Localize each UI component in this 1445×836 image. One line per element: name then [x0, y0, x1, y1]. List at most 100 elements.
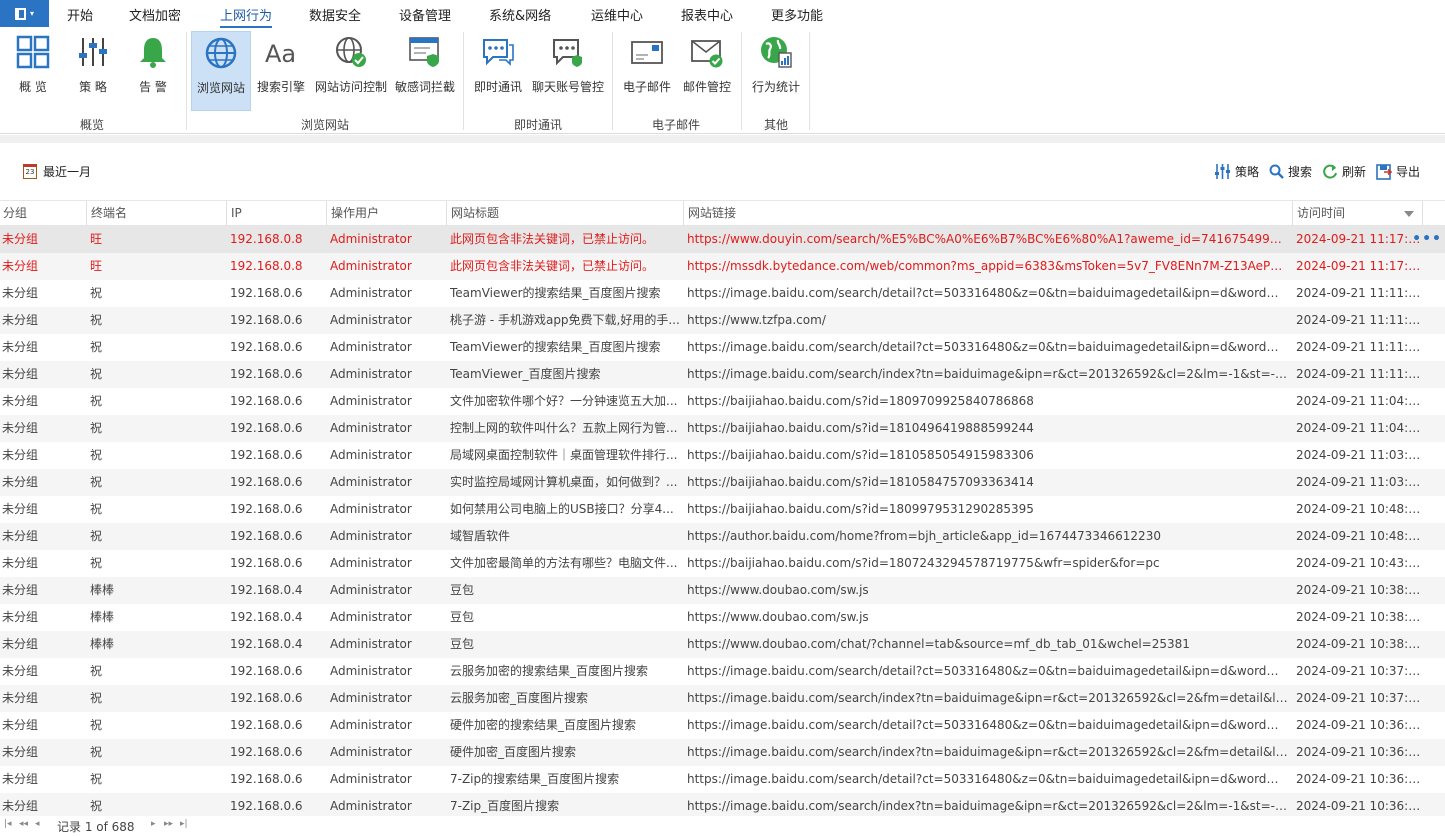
table-row[interactable]: 未分组 棒棒 192.168.0.4 Administrator 豆包 https://w… [0, 631, 1445, 658]
ribbon-overview-label: 概 览 [19, 80, 47, 94]
table-row[interactable]: 未分组 祝 192.168.0.6 Administrator 控制上网的软件叫什么？五… [0, 415, 1445, 442]
menu-data-security[interactable]: 数据安全 [309, 5, 361, 24]
cell-group: 未分组 [2, 637, 39, 651]
ribbon-separator [186, 32, 187, 130]
column-header-group[interactable]: 分组 [0, 201, 86, 226]
refresh-button-label: 刷新 [1342, 165, 1367, 179]
column-header-site-url[interactable]: 网站链接 [683, 201, 1292, 226]
export-button[interactable]: 导出 [1376, 163, 1420, 180]
menu-report-center[interactable]: 报表中心 [681, 5, 733, 24]
menu-ops-center[interactable]: 运维中心 [591, 5, 643, 24]
ribbon-site-access-control-button[interactable]: 网站访问控制 [313, 31, 389, 111]
cell-group: 未分组 [2, 718, 39, 732]
cell-site-url: https://image.baidu.com/search/index?tn=… [687, 691, 1288, 705]
table-row[interactable]: 未分组 祝 192.168.0.6 Administrator TeamViewer_百… [0, 361, 1445, 388]
ribbon-overview-button[interactable]: 概 览 [8, 31, 58, 111]
next-page-icon[interactable]: ▸ [151, 819, 156, 829]
first-page-icon[interactable]: |◂ [4, 819, 12, 829]
ribbon-alert-button[interactable]: 告 警 [128, 31, 178, 111]
cell-terminal: 祝 [90, 286, 103, 300]
ribbon-im-button[interactable]: 即时通讯 [470, 31, 526, 111]
cell-user: Administrator [330, 448, 412, 462]
table-row[interactable]: 未分组 祝 192.168.0.6 Administrator 实时监控局域网计算机桌面… [0, 469, 1445, 496]
cell-visit-time: 2024-09-21 10:37:05 [1296, 691, 1422, 705]
cell-group: 未分组 [2, 772, 39, 786]
policy-button[interactable]: 策略 [1214, 163, 1259, 180]
table-header: 分组 终端名 IP 操作用户 网站标题 网站链接 访问时间 [0, 200, 1445, 226]
mail-icon [631, 41, 663, 64]
cell-user: Administrator [330, 637, 412, 651]
ribbon-search-engine-button[interactable]: Aa 搜索引擎 [255, 31, 307, 111]
web-log-table: 分组 终端名 IP 操作用户 网站标题 网站链接 访问时间 未分组旺 192.16… [0, 200, 1445, 820]
column-header-terminal[interactable]: 终端名 [86, 201, 226, 226]
search-button[interactable]: 搜索 [1269, 163, 1312, 180]
table-row[interactable]: 未分组 祝 192.168.0.6 Administrator 文件加密最简单的方法有哪… [0, 550, 1445, 577]
ribbon-chat-account-control-button[interactable]: 聊天账号管控 [530, 31, 606, 111]
cell-site-url: https://image.baidu.com/search/detail?ct… [687, 718, 1288, 732]
table-row[interactable]: 未分组 旺 192.168.0.8 Administrator 此网页包含非法关键词，已… [0, 253, 1445, 280]
ribbon-browse-sites-button[interactable]: 浏览网站 [191, 31, 251, 111]
cell-ip: 192.168.0.6 [230, 502, 303, 516]
date-range-selector[interactable]: 23 最近一月 [23, 163, 91, 180]
cell-site-url: https://mssdk.bytedance.com/web/common?m… [687, 259, 1288, 273]
ribbon-sensitive-words-button[interactable]: 敏感词拦截 [393, 31, 457, 111]
cell-group: 未分组 [2, 448, 39, 462]
cell-site-url: https://image.baidu.com/search/detail?ct… [687, 772, 1288, 786]
calendar-icon: 23 [23, 164, 37, 179]
cell-site-url: https://www.doubao.com/sw.js [687, 610, 869, 624]
menu-device-management[interactable]: 设备管理 [399, 5, 451, 24]
menu-web-behavior[interactable]: 上网行为 [220, 5, 273, 28]
menu-system-network[interactable]: 系统&网络 [489, 5, 551, 24]
cell-ip: 192.168.0.4 [230, 583, 303, 597]
app-menu-button[interactable]: ▾ [0, 0, 49, 27]
column-header-site-title[interactable]: 网站标题 [446, 201, 683, 226]
ribbon-email-button[interactable]: 电子邮件 [619, 31, 675, 111]
menu-start[interactable]: 开始 [67, 5, 93, 24]
refresh-button[interactable]: 刷新 [1322, 163, 1366, 180]
table-row[interactable]: 未分组 棒棒 192.168.0.4 Administrator 豆包 https://w… [0, 604, 1445, 631]
prev-page-fast-icon[interactable]: ◂◂ [19, 819, 28, 829]
table-row[interactable]: 未分组 棒棒 192.168.0.4 Administrator 豆包 https://w… [0, 577, 1445, 604]
menu-doc-encrypt[interactable]: 文档加密 [129, 5, 181, 24]
cell-ip: 192.168.0.6 [230, 313, 303, 327]
prev-page-icon[interactable]: ◂ [35, 819, 40, 829]
cell-group: 未分组 [2, 529, 39, 543]
cell-group: 未分组 [2, 502, 39, 516]
app-menu-icon [14, 7, 26, 20]
table-row[interactable]: 未分组 祝 192.168.0.6 Administrator 云服务加密的搜索结果_百… [0, 658, 1445, 685]
table-row[interactable]: 未分组 祝 192.168.0.6 Administrator 域智盾软件 https:/… [0, 523, 1445, 550]
next-page-fast-icon[interactable]: ▸▸ [164, 819, 173, 829]
table-row[interactable]: 未分组 祝 192.168.0.6 Administrator 硬件加密_百度图片搜索 h… [0, 739, 1445, 766]
cell-visit-time: 2024-09-21 11:17:56 [1296, 232, 1422, 246]
cell-site-title: 域智盾软件 [450, 529, 511, 543]
cell-group: 未分组 [2, 691, 39, 705]
table-row[interactable]: 未分组 祝 192.168.0.6 Administrator 文件加密软件哪个好？一分… [0, 388, 1445, 415]
table-row[interactable]: 未分组 旺 192.168.0.8 Administrator 此网页包含非法关键词，已… [0, 226, 1445, 253]
menu-more-features[interactable]: 更多功能 [771, 5, 823, 24]
table-row[interactable]: 未分组 祝 192.168.0.6 Administrator 硬件加密的搜索结果_百度… [0, 712, 1445, 739]
table-row[interactable]: 未分组 祝 192.168.0.6 Administrator TeamViewer的搜… [0, 334, 1445, 361]
table-row[interactable]: 未分组 祝 192.168.0.6 Administrator 如何禁用公司电脑上的US… [0, 496, 1445, 523]
table-row[interactable]: 未分组 祝 192.168.0.6 Administrator 云服务加密_百度图片搜索… [0, 685, 1445, 712]
globe-check-icon [336, 37, 366, 67]
column-header-user[interactable]: 操作用户 [326, 201, 446, 226]
column-header-visit-time[interactable]: 访问时间 [1292, 201, 1422, 226]
table-row[interactable]: 未分组 祝 192.168.0.6 Administrator 7-Zip的搜索结果_百… [0, 766, 1445, 793]
ribbon-policy-button[interactable]: 策 略 [68, 31, 118, 111]
ribbon-behavior-stats-button[interactable]: 行为统计 [749, 31, 803, 111]
last-page-icon[interactable]: ▸| [180, 819, 188, 829]
cell-terminal: 祝 [90, 367, 103, 381]
table-row[interactable]: 未分组 祝 192.168.0.6 Administrator 局域网桌面控制软件｜桌面… [0, 442, 1445, 469]
ribbon-email-control-button[interactable]: 邮件管控 [680, 31, 734, 111]
cell-site-title: 此网页包含非法关键词，已禁止访问。 [450, 259, 655, 273]
menu-bar: ▾ 开始 文档加密 上网行为 数据安全 设备管理 系统&网络 运维中心 报表中心… [0, 0, 1445, 28]
ribbon-separator [741, 32, 742, 130]
cell-ip: 192.168.0.8 [230, 232, 303, 246]
cell-site-title: 实时监控局域网计算机桌面，如何做到？... [450, 475, 678, 489]
sort-desc-icon [1404, 211, 1414, 217]
cell-site-title: 硬件加密的搜索结果_百度图片搜索 [450, 718, 637, 732]
column-header-ip[interactable]: IP [226, 201, 326, 226]
table-row[interactable]: 未分组 祝 192.168.0.6 Administrator TeamViewer的搜… [0, 280, 1445, 307]
more-options-icon[interactable]: ••• [1412, 226, 1442, 253]
table-row[interactable]: 未分组 祝 192.168.0.6 Administrator 桃子游 - 手机游戏ap… [0, 307, 1445, 334]
